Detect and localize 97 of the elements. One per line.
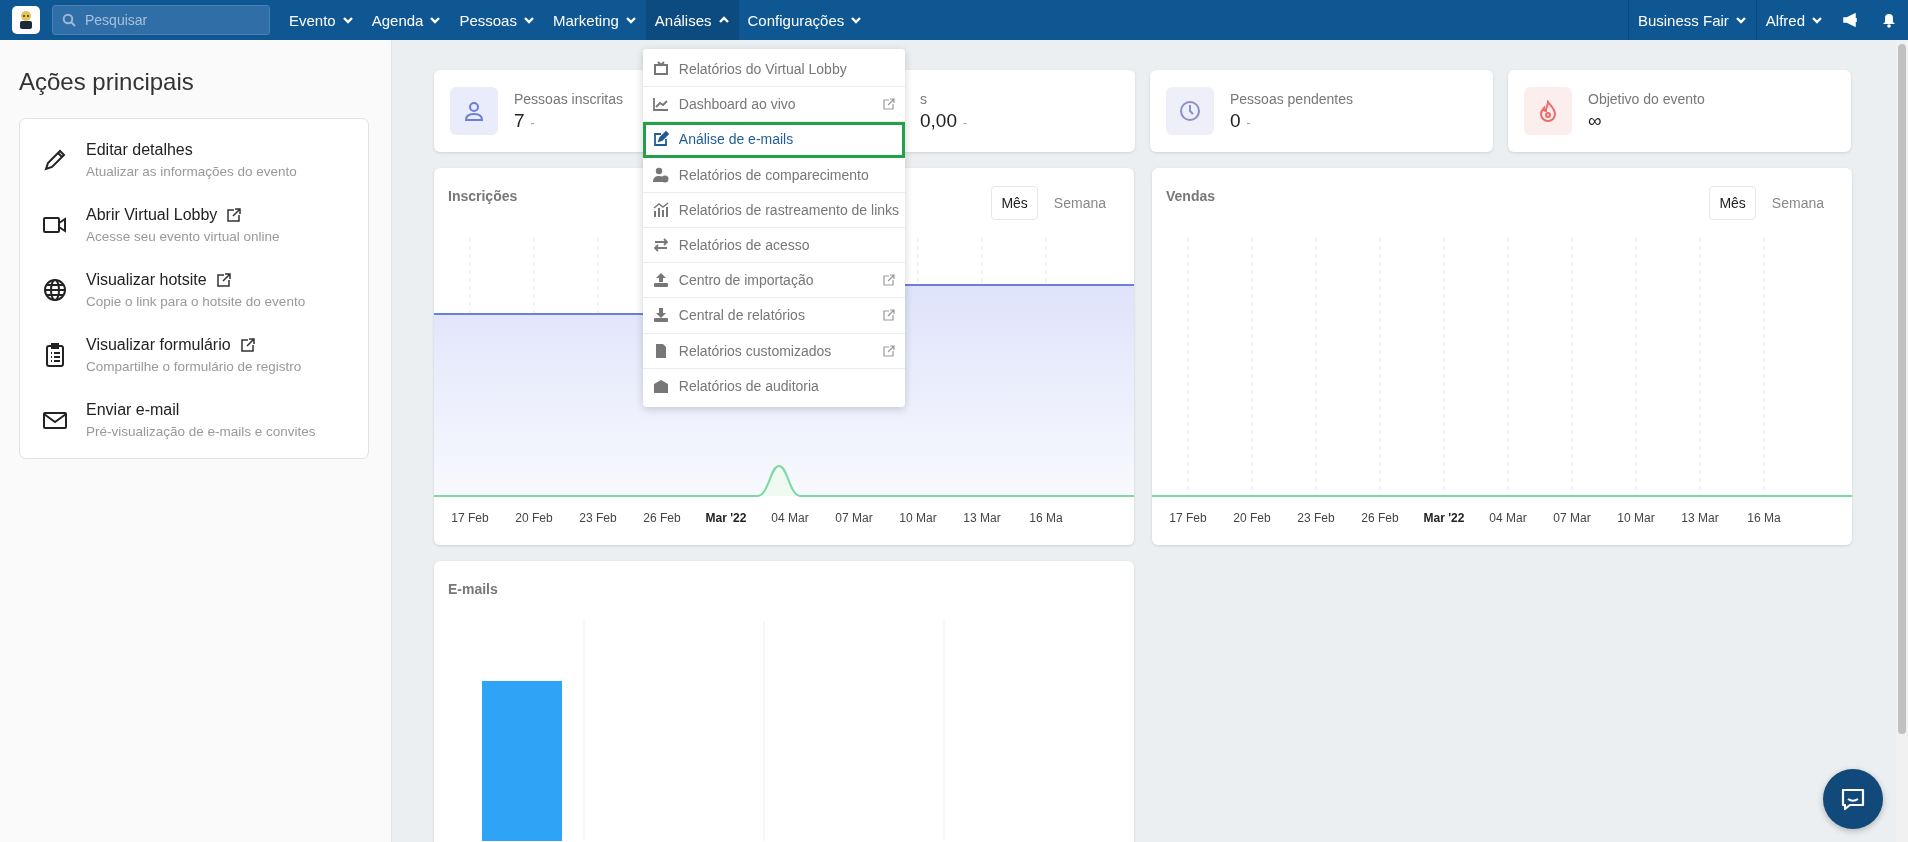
chevron-icon	[850, 15, 863, 25]
chart-title: E-mails	[448, 581, 498, 597]
action-link[interactable]: Visualizar hotsite	[86, 270, 207, 289]
scrollbar-thumb[interactable]	[1898, 44, 1906, 734]
external-link-icon	[216, 272, 231, 287]
action-link[interactable]: Visualizar formulário	[86, 335, 231, 354]
chart-title: Inscrições	[448, 188, 518, 204]
person-icon	[450, 87, 498, 135]
user-menu[interactable]: Alfred	[1755, 0, 1832, 40]
event-selector[interactable]: Business Fair	[1627, 0, 1756, 40]
chevron-icon	[429, 15, 442, 25]
stat-value: 7	[514, 109, 525, 132]
menu-item[interactable]: Relatórios do Virtual Lobby	[642, 52, 905, 88]
line-icon	[652, 96, 669, 113]
action-description: Acesse seu evento virtual online	[86, 228, 280, 244]
axis-label: 23 Feb	[578, 511, 618, 525]
menu-item[interactable]: Relatórios de acesso	[642, 227, 905, 264]
chat-bubble-icon	[1840, 787, 1866, 811]
action-description: Pré-visualização de e-mails e convites	[86, 423, 316, 439]
stat-trend: -	[530, 115, 535, 130]
menu-item[interactable]: Relatórios de auditoria	[642, 368, 905, 404]
chevron-icon	[624, 15, 637, 25]
external-link-icon	[882, 98, 895, 111]
building-icon	[652, 378, 669, 395]
menu-item[interactable]: Dashboard ao vivo	[642, 87, 905, 123]
menu-item[interactable]: Central de relatórios	[642, 298, 905, 334]
period-tab[interactable]: Mês	[991, 186, 1038, 220]
chevron-down-icon	[1811, 15, 1823, 25]
menu-item[interactable]: Relatórios de comparecimento	[642, 157, 905, 193]
external-link-icon	[882, 309, 895, 322]
action-description: Copie o link para o hotsite do evento	[86, 293, 306, 309]
nav-menu-item[interactable]: Agenda	[362, 0, 451, 40]
axis-label: 10 Mar	[898, 511, 938, 525]
action-link[interactable]: Enviar e-mail	[86, 400, 180, 419]
external-link-icon	[227, 207, 242, 222]
axis-label: 07 Mar	[1552, 511, 1592, 525]
chevron-icon	[717, 15, 730, 25]
clock-icon	[1166, 87, 1214, 135]
chevron-down-icon	[1734, 15, 1747, 25]
external-link-icon	[240, 337, 255, 352]
flame-icon	[1524, 87, 1572, 135]
stat-label: s	[920, 90, 928, 107]
menu-item[interactable]: Análise de e-mails	[642, 122, 905, 158]
action-description: Compartilhe o formulário de registro	[86, 358, 302, 374]
chart-title: Vendas	[1166, 188, 1216, 204]
axis-label: 26 Feb	[642, 511, 682, 525]
logo-icon[interactable]	[12, 6, 40, 34]
action-description: Atualizar as informações do evento	[86, 163, 297, 179]
action-link[interactable]: Editar detalhes	[86, 140, 193, 159]
stat-trend: -	[1246, 115, 1251, 130]
axis-label: 04 Mar	[1488, 511, 1528, 525]
axis-label: 10 Mar	[1616, 511, 1656, 525]
globe-icon	[42, 276, 68, 303]
axis-label: 26 Feb	[1360, 511, 1400, 525]
arrows-icon	[652, 237, 669, 254]
period-tab[interactable]: Mês	[1709, 186, 1756, 220]
nav-menu-item[interactable]: Evento	[280, 0, 363, 40]
axis-label: 04 Mar	[770, 511, 810, 525]
chevron-icon	[341, 15, 354, 25]
axis-label: 20 Feb	[1232, 511, 1272, 525]
axis-label: 13 Mar	[1680, 511, 1720, 525]
menu-item[interactable]: Relatórios customizados	[642, 333, 905, 369]
axis-label: 16 Ma	[1746, 511, 1782, 525]
stat-value: ∞	[1588, 109, 1602, 132]
action-link[interactable]: Abrir Virtual Lobby	[86, 205, 218, 224]
nav-menu-item[interactable]: Marketing	[543, 0, 646, 40]
axis-label: 20 Feb	[514, 511, 554, 525]
menu-item[interactable]: Centro de importação	[642, 263, 905, 299]
nav-menu-item[interactable]: Pessoas	[450, 0, 544, 40]
menu-item[interactable]: Relatórios de rastreamento de links	[642, 192, 905, 228]
axis-label: 17 Feb	[1168, 511, 1208, 525]
axis-label: Mar '22	[704, 511, 748, 525]
chevron-icon	[522, 15, 535, 25]
tv-icon	[652, 61, 669, 78]
edit-icon	[652, 131, 669, 148]
stat-trend: -	[963, 115, 967, 130]
axis-label: 23 Feb	[1296, 511, 1336, 525]
axis-label: 17 Feb	[450, 511, 490, 525]
stat-label: Pessoas pendentes	[1230, 90, 1353, 107]
external-link-icon	[882, 274, 895, 287]
search-field[interactable]: Pesquisar	[52, 5, 270, 35]
stat-label: Pessoas inscritas	[514, 90, 623, 107]
bars-icon	[652, 201, 669, 218]
external-link-icon	[882, 344, 895, 357]
stat-value: 0,00	[920, 109, 957, 132]
chat-button[interactable]	[1823, 769, 1883, 829]
axis-label: 13 Mar	[962, 511, 1002, 525]
download-icon	[652, 307, 669, 324]
stat-value: 0	[1230, 109, 1241, 132]
nav-menu-item[interactable]: Configurações	[738, 0, 872, 40]
axis-label: 16 Ma	[1028, 511, 1064, 525]
section-title: Ações principais	[19, 68, 195, 96]
axis-label: Mar '22	[1422, 511, 1466, 525]
nav-menu-item[interactable]: Análises	[645, 0, 739, 40]
axis-label: 07 Mar	[834, 511, 874, 525]
upload-icon	[652, 272, 669, 289]
stat-label: Objetivo do evento	[1588, 90, 1705, 107]
